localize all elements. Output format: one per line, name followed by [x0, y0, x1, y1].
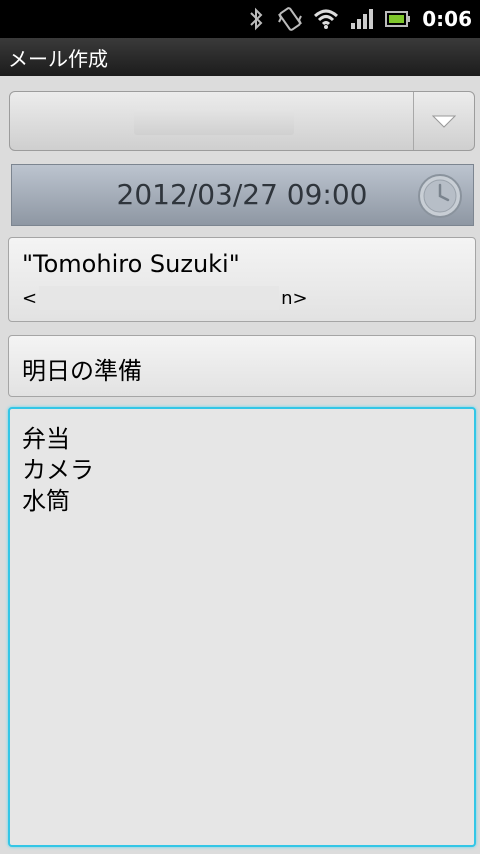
- subject-text: 明日の準備: [22, 357, 142, 385]
- status-bar: 0:06: [0, 0, 480, 38]
- subject-field[interactable]: 明日の準備: [8, 335, 476, 397]
- body-line: 弁当: [22, 425, 70, 453]
- dropdown-arrow-icon[interactable]: [413, 92, 474, 150]
- address-close: n>: [281, 287, 308, 309]
- vibrate-icon: [272, 0, 308, 38]
- schedule-datetime-button[interactable]: 2012/03/27 09:00: [11, 164, 474, 226]
- clock-time: 0:06: [422, 7, 472, 31]
- bluetooth-icon: [240, 0, 272, 38]
- to-recipient-address: < n>: [22, 286, 308, 310]
- clock-icon: [417, 173, 463, 223]
- body-line: カメラ: [22, 456, 94, 484]
- battery-icon: [380, 0, 416, 38]
- wifi-icon: [308, 0, 344, 38]
- address-open: <: [22, 287, 38, 309]
- account-spinner[interactable]: [9, 91, 475, 151]
- schedule-datetime: 2012/03/27 09:00: [116, 178, 368, 211]
- compose-form: 2012/03/27 09:00 "Tomohiro Suzuki" < n> …: [0, 76, 480, 854]
- signal-icon: [344, 0, 380, 38]
- account-spinner-value: [134, 109, 294, 135]
- title-bar: メール作成: [0, 38, 480, 76]
- to-field[interactable]: "Tomohiro Suzuki" < n>: [8, 237, 476, 322]
- address-mask: [39, 286, 280, 310]
- body-field[interactable]: 弁当 カメラ 水筒: [8, 407, 476, 847]
- page-title: メール作成: [8, 46, 108, 71]
- body-line: 水筒: [22, 487, 70, 515]
- to-recipient-name: "Tomohiro Suzuki": [22, 250, 240, 278]
